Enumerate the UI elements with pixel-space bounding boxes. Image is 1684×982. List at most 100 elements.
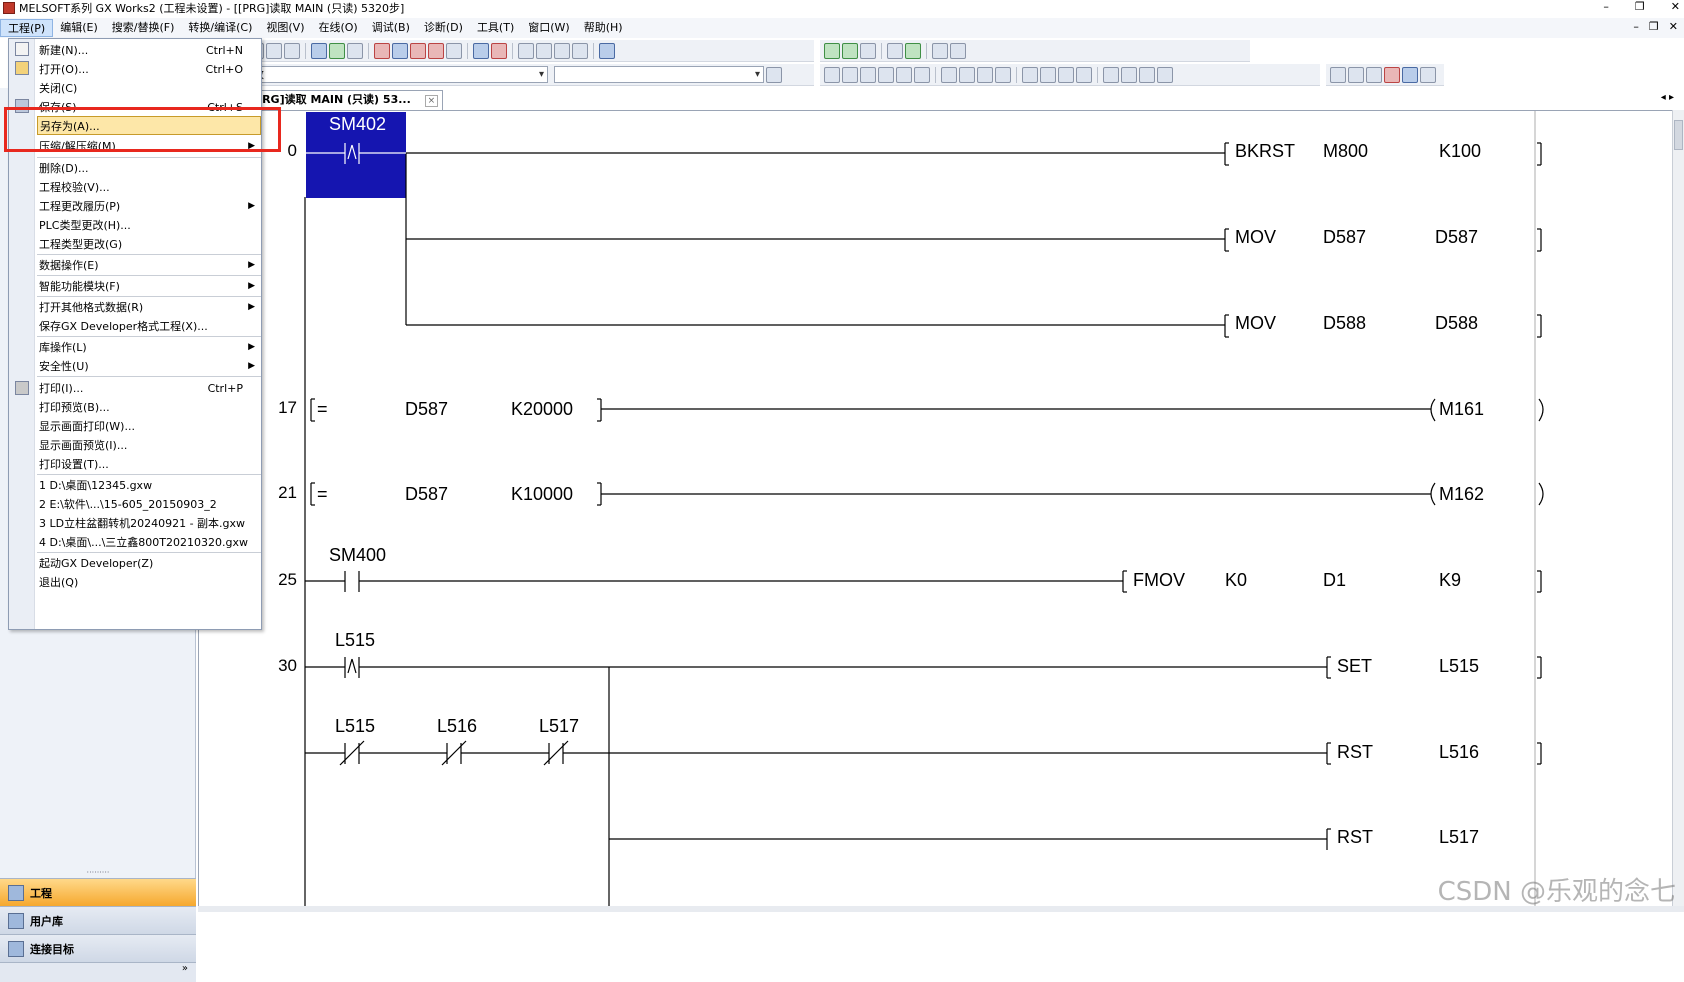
menu-item-recent-4[interactable]: 4 D:\桌面\...\三立鑫800T20210320.gxw: [39, 533, 261, 552]
operand[interactable]: D587: [1323, 227, 1366, 248]
mdi-minimize-button[interactable]: –: [1633, 20, 1639, 33]
highlight-icon[interactable]: [1384, 66, 1400, 83]
comment-icon[interactable]: [1330, 66, 1346, 83]
compare-operator[interactable]: =: [317, 484, 328, 505]
contact-label[interactable]: L516: [437, 716, 477, 737]
operand[interactable]: K100: [1439, 141, 1481, 162]
menu-item-recent-2[interactable]: 2 E:\软件\...\15-605_20150903_2: [39, 495, 261, 514]
instruction[interactable]: RST: [1337, 827, 1373, 848]
operand[interactable]: D1: [1323, 570, 1346, 591]
operand[interactable]: D588: [1435, 313, 1478, 334]
splitter-grip[interactable]: ·········: [0, 869, 196, 877]
contact-label[interactable]: L515: [335, 716, 375, 737]
instruction[interactable]: RST: [1337, 742, 1373, 763]
menu-find-replace[interactable]: 搜索/替换(F): [105, 19, 182, 37]
hline-icon[interactable]: [941, 66, 957, 83]
remote-icon[interactable]: [428, 42, 444, 59]
operand[interactable]: D588: [1323, 313, 1366, 334]
nc-contact-icon[interactable]: [842, 66, 858, 83]
operation-result-icon[interactable]: [1121, 66, 1137, 83]
ladder-editor[interactable]: 0 17 21 25 30 SM402 BKRST M800 K100 MOV …: [198, 110, 1672, 907]
operand[interactable]: M800: [1323, 141, 1368, 162]
zoom-icon[interactable]: [1420, 66, 1436, 83]
statement-icon[interactable]: [1348, 66, 1364, 83]
ladder-mode-icon[interactable]: [311, 42, 327, 59]
replace-icon[interactable]: [572, 42, 588, 59]
menu-item-open-other-format[interactable]: 打开其他格式数据(R) ▶: [39, 298, 261, 317]
no-contact-icon[interactable]: [824, 66, 840, 83]
find-icon[interactable]: [518, 42, 534, 59]
menu-window[interactable]: 窗口(W): [521, 19, 576, 37]
menu-item-save-gx-developer[interactable]: 保存GX Developer格式工程(X)...: [39, 317, 261, 336]
rising-op-icon[interactable]: [1139, 66, 1155, 83]
menu-item-project-type[interactable]: 工程类型更改(G): [39, 235, 261, 254]
menu-compile[interactable]: 转换/编译(C): [181, 19, 259, 37]
menu-item-verify[interactable]: 工程校验(V)...: [39, 178, 261, 197]
rising-pulse-icon[interactable]: [1022, 66, 1038, 83]
menu-item-screen-print[interactable]: 显示画面打印(W)...: [39, 417, 261, 436]
invert-icon[interactable]: [1103, 66, 1119, 83]
operand[interactable]: L517: [1439, 827, 1479, 848]
application-inst-icon[interactable]: [914, 66, 930, 83]
menu-item-library[interactable]: 库操作(L) ▶: [39, 338, 261, 357]
device-list-icon[interactable]: [554, 42, 570, 59]
parallel-nc-icon[interactable]: [878, 66, 894, 83]
instruction[interactable]: SET: [1337, 656, 1372, 677]
menu-item-close[interactable]: 关闭(C): [39, 79, 261, 98]
run-icon[interactable]: [905, 42, 921, 59]
contact-label[interactable]: SM402: [329, 114, 386, 135]
verify-icon[interactable]: [410, 42, 426, 59]
nav-tab-user-library[interactable]: 用户库: [0, 906, 196, 934]
menu-item-intelligent-module[interactable]: 智能功能模块(F) ▶: [39, 277, 261, 296]
menu-item-delete[interactable]: 删除(D)...: [39, 159, 261, 178]
operand[interactable]: D587: [405, 399, 448, 420]
menu-item-plc-type[interactable]: PLC类型更改(H)...: [39, 216, 261, 235]
delete-hline-icon[interactable]: [977, 66, 993, 83]
breakpoint-icon[interactable]: [887, 42, 903, 59]
note-icon[interactable]: [1366, 66, 1382, 83]
operand[interactable]: K9: [1439, 570, 1461, 591]
falling-pulse-icon[interactable]: [1040, 66, 1056, 83]
parallel-falling-icon[interactable]: [1076, 66, 1092, 83]
batch-monitor-icon[interactable]: [491, 42, 507, 59]
menu-item-recent-1[interactable]: 1 D:\桌面\12345.gxw: [39, 476, 261, 495]
read-plc-icon[interactable]: [374, 42, 390, 59]
menu-edit[interactable]: 编辑(E): [53, 19, 105, 37]
close-button[interactable]: ✕: [1671, 0, 1680, 13]
operand[interactable]: D587: [1435, 227, 1478, 248]
delete-vline-icon[interactable]: [995, 66, 1011, 83]
mdi-close-button[interactable]: ✕: [1669, 20, 1678, 33]
minimize-button[interactable]: –: [1603, 0, 1609, 13]
nav-tab-connection[interactable]: 连接目标: [0, 934, 196, 962]
redo-icon[interactable]: [284, 42, 300, 59]
operand[interactable]: L515: [1439, 656, 1479, 677]
restore-button[interactable]: ❐: [1635, 0, 1645, 13]
menu-item-start-gx-developer[interactable]: 起动GX Developer(Z): [39, 554, 261, 573]
program-combo[interactable]: 数: [248, 66, 548, 83]
open-program-icon[interactable]: [766, 66, 782, 83]
vertical-scrollbar[interactable]: [1672, 110, 1684, 906]
cross-ref-icon[interactable]: [536, 42, 552, 59]
contact-label[interactable]: SM400: [329, 545, 386, 566]
operand[interactable]: K0: [1225, 570, 1247, 591]
menu-diagnostics[interactable]: 诊断(D): [417, 19, 470, 37]
menu-debug[interactable]: 调试(B): [365, 19, 417, 37]
menu-item-exit[interactable]: 退出(Q): [39, 573, 261, 592]
write-plc-icon[interactable]: [392, 42, 408, 59]
scrollbar-thumb[interactable]: [1674, 120, 1683, 150]
instruction[interactable]: BKRST: [1235, 141, 1295, 162]
menu-online[interactable]: 在线(O): [311, 19, 364, 37]
vline-icon[interactable]: [959, 66, 975, 83]
window-icon[interactable]: [599, 42, 615, 59]
menu-item-recent-3[interactable]: 3 LD立柱盆翻转机20240921 - 副本.gxw: [39, 514, 261, 533]
menu-tools[interactable]: 工具(T): [470, 19, 521, 37]
parallel-no-icon[interactable]: [860, 66, 876, 83]
menu-item-print-preview[interactable]: 打印预览(B)...: [39, 398, 261, 417]
operand[interactable]: D587: [405, 484, 448, 505]
chart-icon[interactable]: [932, 42, 948, 59]
operand[interactable]: K20000: [511, 399, 573, 420]
menu-help[interactable]: 帮助(H): [577, 19, 630, 37]
write-mode-icon[interactable]: [347, 42, 363, 59]
menu-project[interactable]: 工程(P): [0, 19, 54, 37]
menu-item-change-history[interactable]: 工程更改履历(P) ▶: [39, 197, 261, 216]
